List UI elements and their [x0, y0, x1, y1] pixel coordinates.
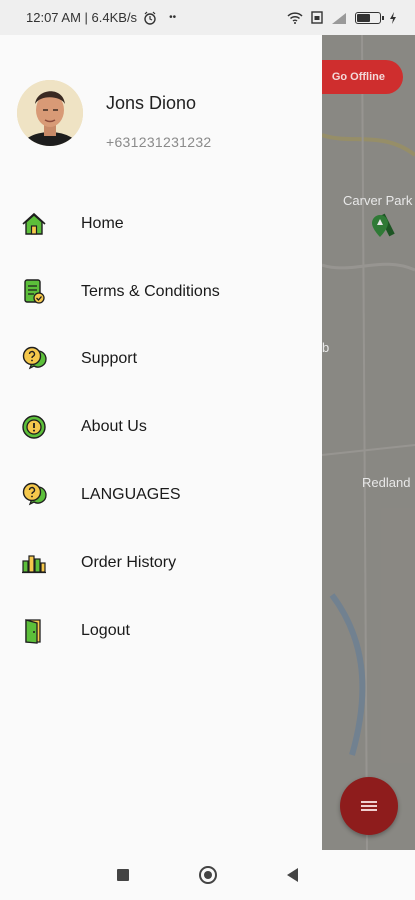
menu-label-order-history: Order History: [81, 553, 177, 571]
status-dots: ••: [169, 12, 177, 23]
user-phone: +631231231232: [106, 134, 212, 150]
recents-button[interactable]: [117, 869, 129, 881]
menu-label-home: Home: [81, 214, 124, 232]
back-button[interactable]: [287, 868, 298, 882]
system-nav-bar: [0, 850, 415, 900]
menu-label-terms: Terms & Conditions: [81, 282, 220, 300]
menu-item-terms[interactable]: Terms & Conditions: [0, 258, 322, 326]
menu-item-logout[interactable]: Logout: [0, 597, 322, 665]
help-chat-icon: [20, 481, 48, 509]
menu-item-languages[interactable]: LANGUAGES: [0, 461, 322, 529]
charging-icon: [390, 11, 396, 24]
user-photo: [17, 80, 83, 146]
help-chat-icon: [20, 345, 48, 373]
menu-label-about: About Us: [81, 418, 147, 436]
logout-door-icon: [20, 617, 48, 645]
home-button[interactable]: [199, 866, 217, 884]
bar-chart-icon: [20, 549, 48, 577]
status-bar: 12:07 AM | 6.4KB/s ••: [0, 0, 415, 35]
document-check-icon: [20, 278, 48, 306]
profile-header[interactable]: Jons Diono +631231231232: [0, 35, 322, 195]
navigation-drawer: Jons Diono +631231231232 Home Terms & Co…: [0, 35, 322, 850]
hamburger-icon: [361, 799, 377, 813]
info-icon: [20, 413, 48, 441]
map-label-b: b: [322, 340, 330, 355]
menu-item-order-history[interactable]: Order History: [0, 529, 322, 597]
wifi-icon: [287, 11, 303, 24]
menu-item-about[interactable]: About Us: [0, 393, 322, 461]
go-offline-label: Go Offline: [331, 71, 385, 83]
map-label-carver-park: Carver Park: [343, 193, 413, 208]
home-icon: [20, 210, 48, 238]
menu-item-home[interactable]: Home: [0, 190, 322, 258]
drawer-menu: Home Terms & Conditions Support About Us…: [0, 190, 322, 665]
map-view[interactable]: Carver Park b Redland: [322, 35, 415, 850]
battery-icon: [355, 11, 384, 24]
drawer-scrim[interactable]: [322, 35, 415, 850]
menu-item-support[interactable]: Support: [0, 326, 322, 394]
map-pin-icon: [372, 215, 388, 237]
menu-fab-button[interactable]: [340, 777, 398, 835]
avatar: [17, 80, 83, 146]
menu-label-logout: Logout: [81, 621, 130, 639]
signal-icon: [332, 12, 346, 24]
sim-icon: [311, 11, 323, 24]
status-time: 12:07 AM | 6.4KB/s: [26, 10, 138, 25]
map-label-redland: Redland: [362, 475, 411, 490]
menu-label-languages: LANGUAGES: [81, 486, 181, 504]
alarm-icon: [144, 11, 156, 25]
user-name: Jons Diono: [106, 93, 197, 113]
menu-label-support: Support: [81, 350, 138, 368]
